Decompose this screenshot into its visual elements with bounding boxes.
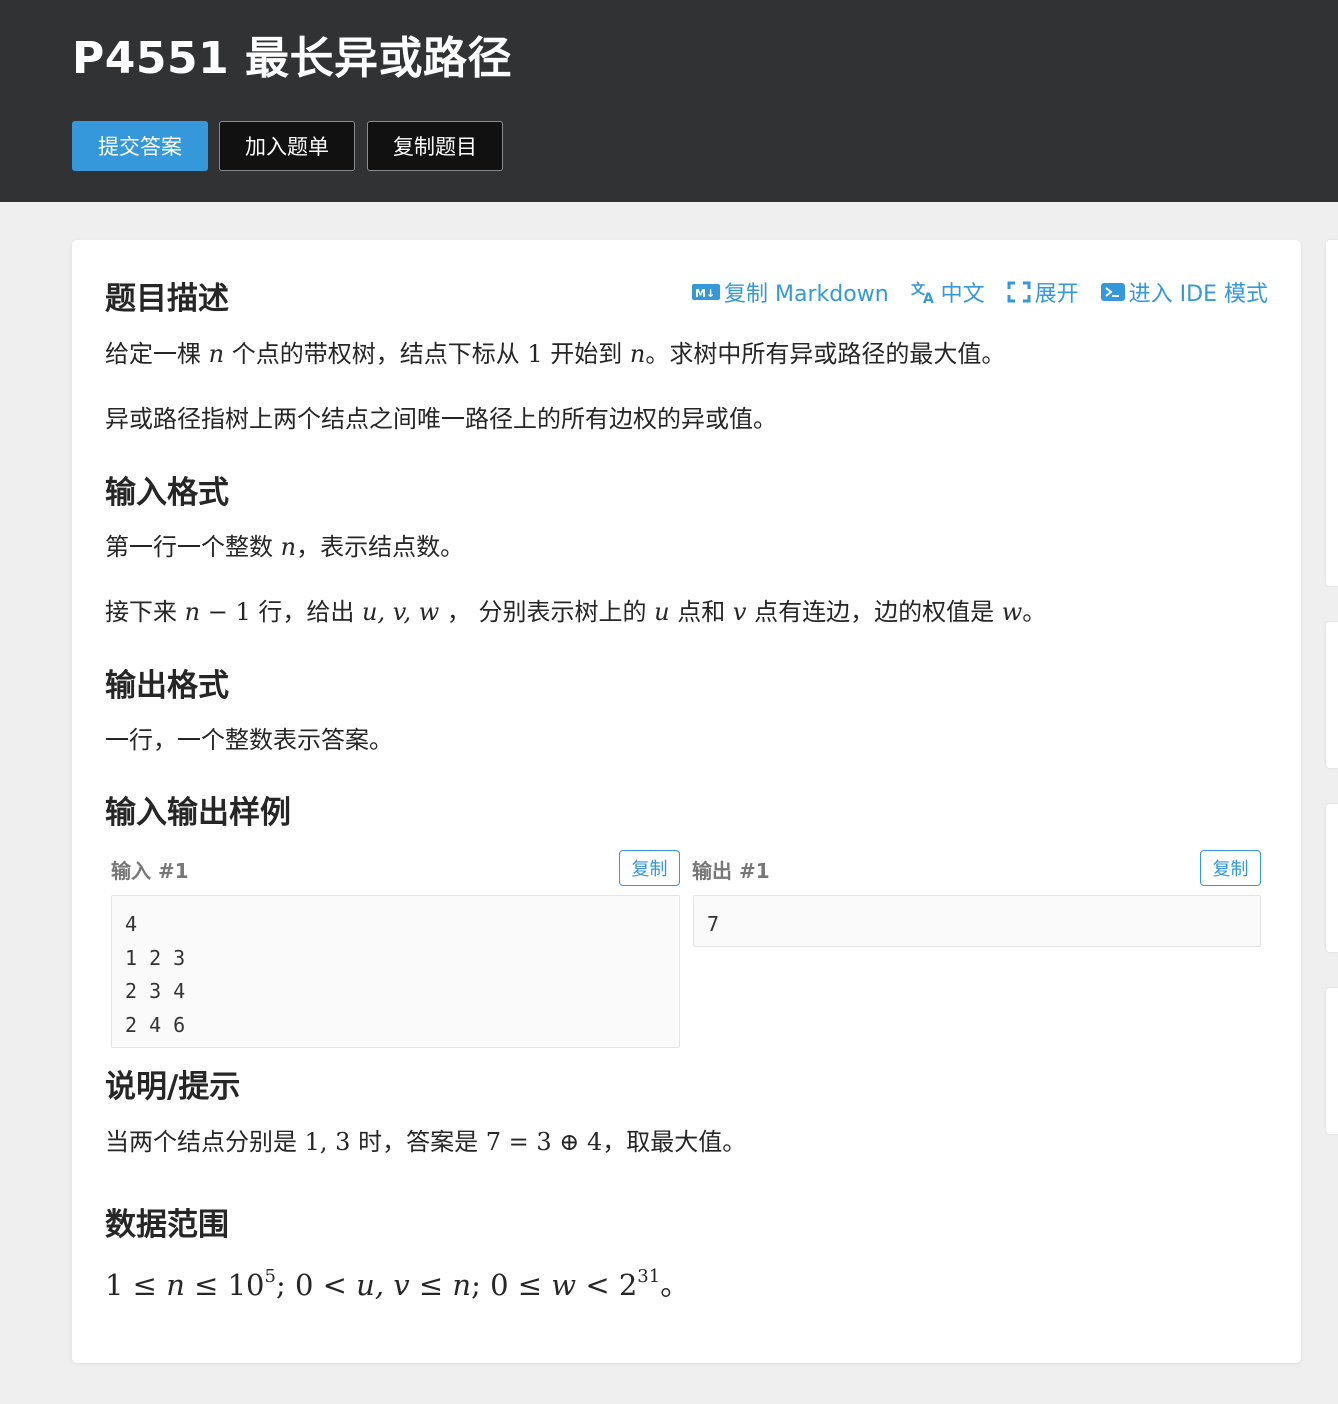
copy-markdown-link[interactable]: M↓ 复制 Markdown <box>692 276 889 308</box>
sample-output-line: 7 <box>707 912 720 936</box>
side-panel-edge <box>1326 622 1338 768</box>
sample-input-line: 2 4 6 <box>125 1012 186 1037</box>
language-label: 中文 <box>940 282 985 307</box>
markdown-icon: M↓ <box>692 284 721 300</box>
sample-input-label: 输入 #1 <box>111 859 189 883</box>
sample-input-line: 1 2 3 <box>125 945 186 970</box>
side-panel-edge <box>1326 988 1338 1134</box>
side-panel-edge <box>1326 240 1338 586</box>
copy-sample-output-button[interactable]: 复制 <box>1200 850 1261 886</box>
sample-input-box: 4 1 2 3 2 3 4 2 4 6 <box>111 895 680 1048</box>
input-format-paragraph-1: 第一行一个整数 n，表示结点数。 <box>105 533 465 561</box>
page-title: P4551 最长异或路径 <box>72 33 513 84</box>
input-format-paragraph-2: 接下来 n − 1 行，给出 u, v, w ， 分别表示树上的 u 点和 v … <box>105 598 1047 626</box>
sample-input-line: 2 3 4 <box>125 979 186 1003</box>
copy-markdown-label: 复制 Markdown <box>724 282 889 307</box>
add-to-list-button[interactable]: 加入题单 <box>219 121 355 171</box>
description-paragraph-1: 给定一棵 n 个点的带权树，结点下标从 1 开始到 n。求树中所有异或路径的最大… <box>105 340 1006 368</box>
sample-output-label: 输出 #1 <box>692 859 770 883</box>
problem-toolbar: M↓ 复制 Markdown 文A 中文 展开 进入 IDE 模式 <box>692 276 1268 308</box>
language-link[interactable]: 文A 中文 <box>911 276 985 308</box>
svg-text:A: A <box>923 291 934 304</box>
translate-icon: 文A <box>911 281 934 304</box>
samples-heading: 输入输出样例 <box>105 795 291 831</box>
description-paragraph-2: 异或路径指树上两个结点之间唯一路径上的所有边权的异或值。 <box>105 405 777 433</box>
data-range-heading: 数据范围 <box>105 1207 229 1243</box>
sample-input-line: 4 <box>125 912 138 936</box>
copy-problem-button[interactable]: 复制题目 <box>367 121 503 171</box>
problem-header: P4551 最长异或路径 提交答案 加入题单 复制题目 <box>0 0 1338 202</box>
expand-icon <box>1007 281 1031 303</box>
expand-link[interactable]: 展开 <box>1007 276 1079 308</box>
sample-output-box: 7 <box>693 895 1261 947</box>
description-heading: 题目描述 <box>105 281 229 317</box>
input-format-heading: 输入格式 <box>105 475 229 511</box>
ide-mode-label: 进入 IDE 模式 <box>1128 282 1268 307</box>
hint-paragraph: 当两个结点分别是 1, 3 时，答案是 7 = 3 ⊕ 4，取最大值。 <box>105 1128 747 1156</box>
ide-mode-link[interactable]: 进入 IDE 模式 <box>1100 276 1268 308</box>
output-format-heading: 输出格式 <box>105 668 229 704</box>
expand-label: 展开 <box>1034 282 1079 307</box>
terminal-icon <box>1100 283 1125 301</box>
svg-text:M↓: M↓ <box>695 287 715 300</box>
data-range-formula: 1 ≤ n ≤ 105; 0 < u, v ≤ n; 0 ≤ w < 231。 <box>105 1266 690 1302</box>
output-format-paragraph: 一行，一个整数表示答案。 <box>105 726 393 754</box>
copy-sample-input-button[interactable]: 复制 <box>619 850 680 886</box>
submit-answer-button[interactable]: 提交答案 <box>72 121 208 171</box>
hint-heading: 说明/提示 <box>105 1069 241 1105</box>
side-panel-edge <box>1326 804 1338 952</box>
